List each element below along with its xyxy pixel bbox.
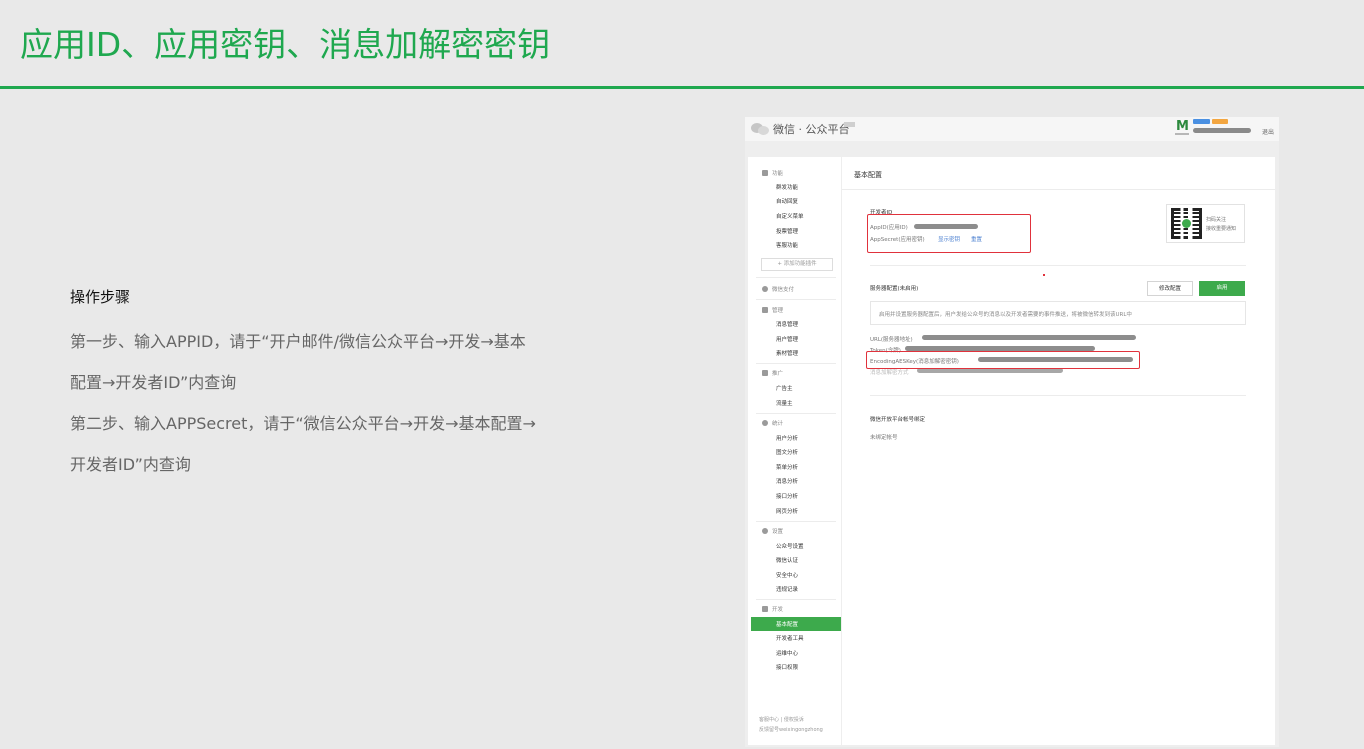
sidebar-item[interactable]: 自定义菜单 (776, 212, 804, 220)
sidebar-section-features: 功能 (762, 169, 783, 177)
steps-heading: 操作步骤 (70, 288, 131, 306)
account-avatar-icon[interactable]: M (1176, 119, 1189, 134)
sidebar-item[interactable]: 消息管理 (776, 320, 798, 328)
url-label: URL(服务器地址) (870, 337, 913, 343)
sidebar-section-settings: 设置 (762, 527, 783, 535)
sidebar-item[interactable]: 用户管理 (776, 335, 798, 343)
server-config-heading: 服务器配置(未启用) (870, 286, 919, 292)
step-line: 配置→开发者ID”内查询 (70, 373, 237, 392)
sidebar-item[interactable]: 消息分析 (776, 477, 798, 485)
modify-config-button[interactable]: 修改配置 (1147, 281, 1193, 296)
settings-icon (762, 528, 768, 534)
sidebar-item[interactable]: 接口权限 (776, 663, 798, 671)
sidebar-item[interactable]: 用户分析 (776, 434, 798, 442)
sidebar-footer-contact: 反馈留号weixingongzhong (759, 727, 823, 733)
platform-title: 微信 · 公众平台 (773, 123, 850, 136)
sidebar-item[interactable]: 图文分析 (776, 448, 798, 456)
marker-dot (1043, 274, 1045, 276)
sidebar-section-pay[interactable]: 微信支付 (762, 285, 794, 293)
promote-icon (762, 370, 768, 376)
instructions-panel: 操作步骤 第一步、输入APPID，请于“开户邮件/微信公众平台→开发→基本 配置… (70, 286, 600, 485)
sidebar-item[interactable]: 网页分析 (776, 507, 798, 515)
account-type-badge (1193, 119, 1210, 124)
sidebar-section-dev: 开发 (762, 605, 783, 613)
stats-icon (762, 420, 768, 426)
sidebar-item[interactable]: 群发功能 (776, 183, 798, 191)
qr-follow-panel: 扫码关注 接收重要通知 (1166, 204, 1245, 243)
dev-icon (762, 606, 768, 612)
qr-caption: 扫码关注 (1206, 217, 1227, 223)
step-line: 第一步、输入APPID，请于“开户邮件/微信公众平台→开发→基本 (70, 332, 526, 351)
page-title: 基本配置 (854, 171, 882, 179)
sidebar-item[interactable]: 安全中心 (776, 571, 798, 579)
avatar-caption (1175, 133, 1189, 135)
manage-icon (762, 307, 768, 313)
sidebar-item[interactable]: 素材管理 (776, 349, 798, 357)
sidebar-item[interactable]: 投票管理 (776, 227, 798, 235)
section-divider (870, 265, 1246, 266)
sidebar-item[interactable]: 运维中心 (776, 649, 798, 657)
enable-button[interactable]: 启用 (1199, 281, 1245, 296)
verified-badge (1212, 119, 1228, 124)
step-line: 开发者ID”内查询 (70, 455, 191, 474)
sidebar-footer-links[interactable]: 客服中心 | 侵权投诉 (759, 716, 804, 723)
mp-topbar: 微信 · 公众平台 M 退出 (745, 117, 1279, 141)
title-divider (842, 189, 1275, 190)
url-value-redacted (922, 335, 1136, 340)
sidebar-divider (756, 521, 836, 522)
add-plugin-button[interactable]: + 添加功能插件 (761, 258, 833, 271)
sidebar-divider (756, 413, 836, 414)
sidebar-section-stats: 统计 (762, 419, 783, 427)
title-divider (0, 86, 1364, 89)
logout-link[interactable]: 退出 (1262, 127, 1274, 136)
account-name-redacted (1193, 128, 1251, 133)
qr-caption: 接收重要通知 (1206, 226, 1237, 232)
sidebar-divider (756, 299, 836, 300)
sidebar-divider (756, 363, 836, 364)
pay-icon (762, 286, 768, 292)
open-platform-status: 未绑定帐号 (870, 435, 898, 441)
sidebar-section-manage: 管理 (762, 306, 783, 314)
sidebar-divider (756, 277, 836, 278)
open-platform-heading: 微信开放平台帐号绑定 (870, 417, 926, 423)
sidebar-item[interactable]: 开发者工具 (776, 634, 804, 642)
mp-content: 基本配置 开发者ID AppID(应用ID) AppSecret(应用密钥) 显… (842, 157, 1275, 745)
sidebar-item[interactable]: 接口分析 (776, 492, 798, 500)
sidebar-item[interactable]: 菜单分析 (776, 463, 798, 471)
sidebar-item[interactable]: 违规记录 (776, 585, 798, 593)
server-config-notice: 启用并设置服务器配置后，用户发给公众号的消息以及开发者需要的事件推送，将被微信转… (870, 301, 1246, 325)
section-divider (870, 395, 1246, 396)
step-line: 第二步、输入APPSecret，请于“微信公众平台→开发→基本配置→ (70, 414, 536, 433)
sidebar-item-active[interactable]: 基本配置 (751, 617, 841, 631)
slide-title: 应用ID、应用密钥、消息加解密密钥 (20, 25, 551, 64)
wechat-mp-screenshot: 微信 · 公众平台 M 退出 功能 群发功能 自动回复 自定义菜单 投票管理 客… (745, 117, 1279, 747)
mp-sidebar: 功能 群发功能 自动回复 自定义菜单 投票管理 客服功能 + 添加功能插件 微信… (748, 157, 841, 745)
sidebar-item[interactable]: 客服功能 (776, 241, 798, 249)
sidebar-item[interactable]: 广告主 (776, 384, 793, 392)
highlight-box-aeskey (866, 351, 1140, 369)
encrypt-mode-label: 消息加解密方式 (870, 370, 909, 376)
grid-icon (762, 170, 768, 176)
qr-code-icon (1171, 208, 1202, 239)
sidebar-item[interactable]: 自动回复 (776, 197, 798, 205)
sidebar-divider (756, 599, 836, 600)
sidebar-section-promote: 推广 (762, 369, 783, 377)
wechat-logo-icon (751, 121, 771, 136)
sidebar-item[interactable]: 公众号设置 (776, 542, 804, 550)
sidebar-item[interactable]: 流量主 (776, 399, 793, 407)
platform-badge (844, 122, 855, 127)
sidebar-item[interactable]: 微信认证 (776, 556, 798, 564)
highlight-box-developer-id (867, 214, 1031, 253)
